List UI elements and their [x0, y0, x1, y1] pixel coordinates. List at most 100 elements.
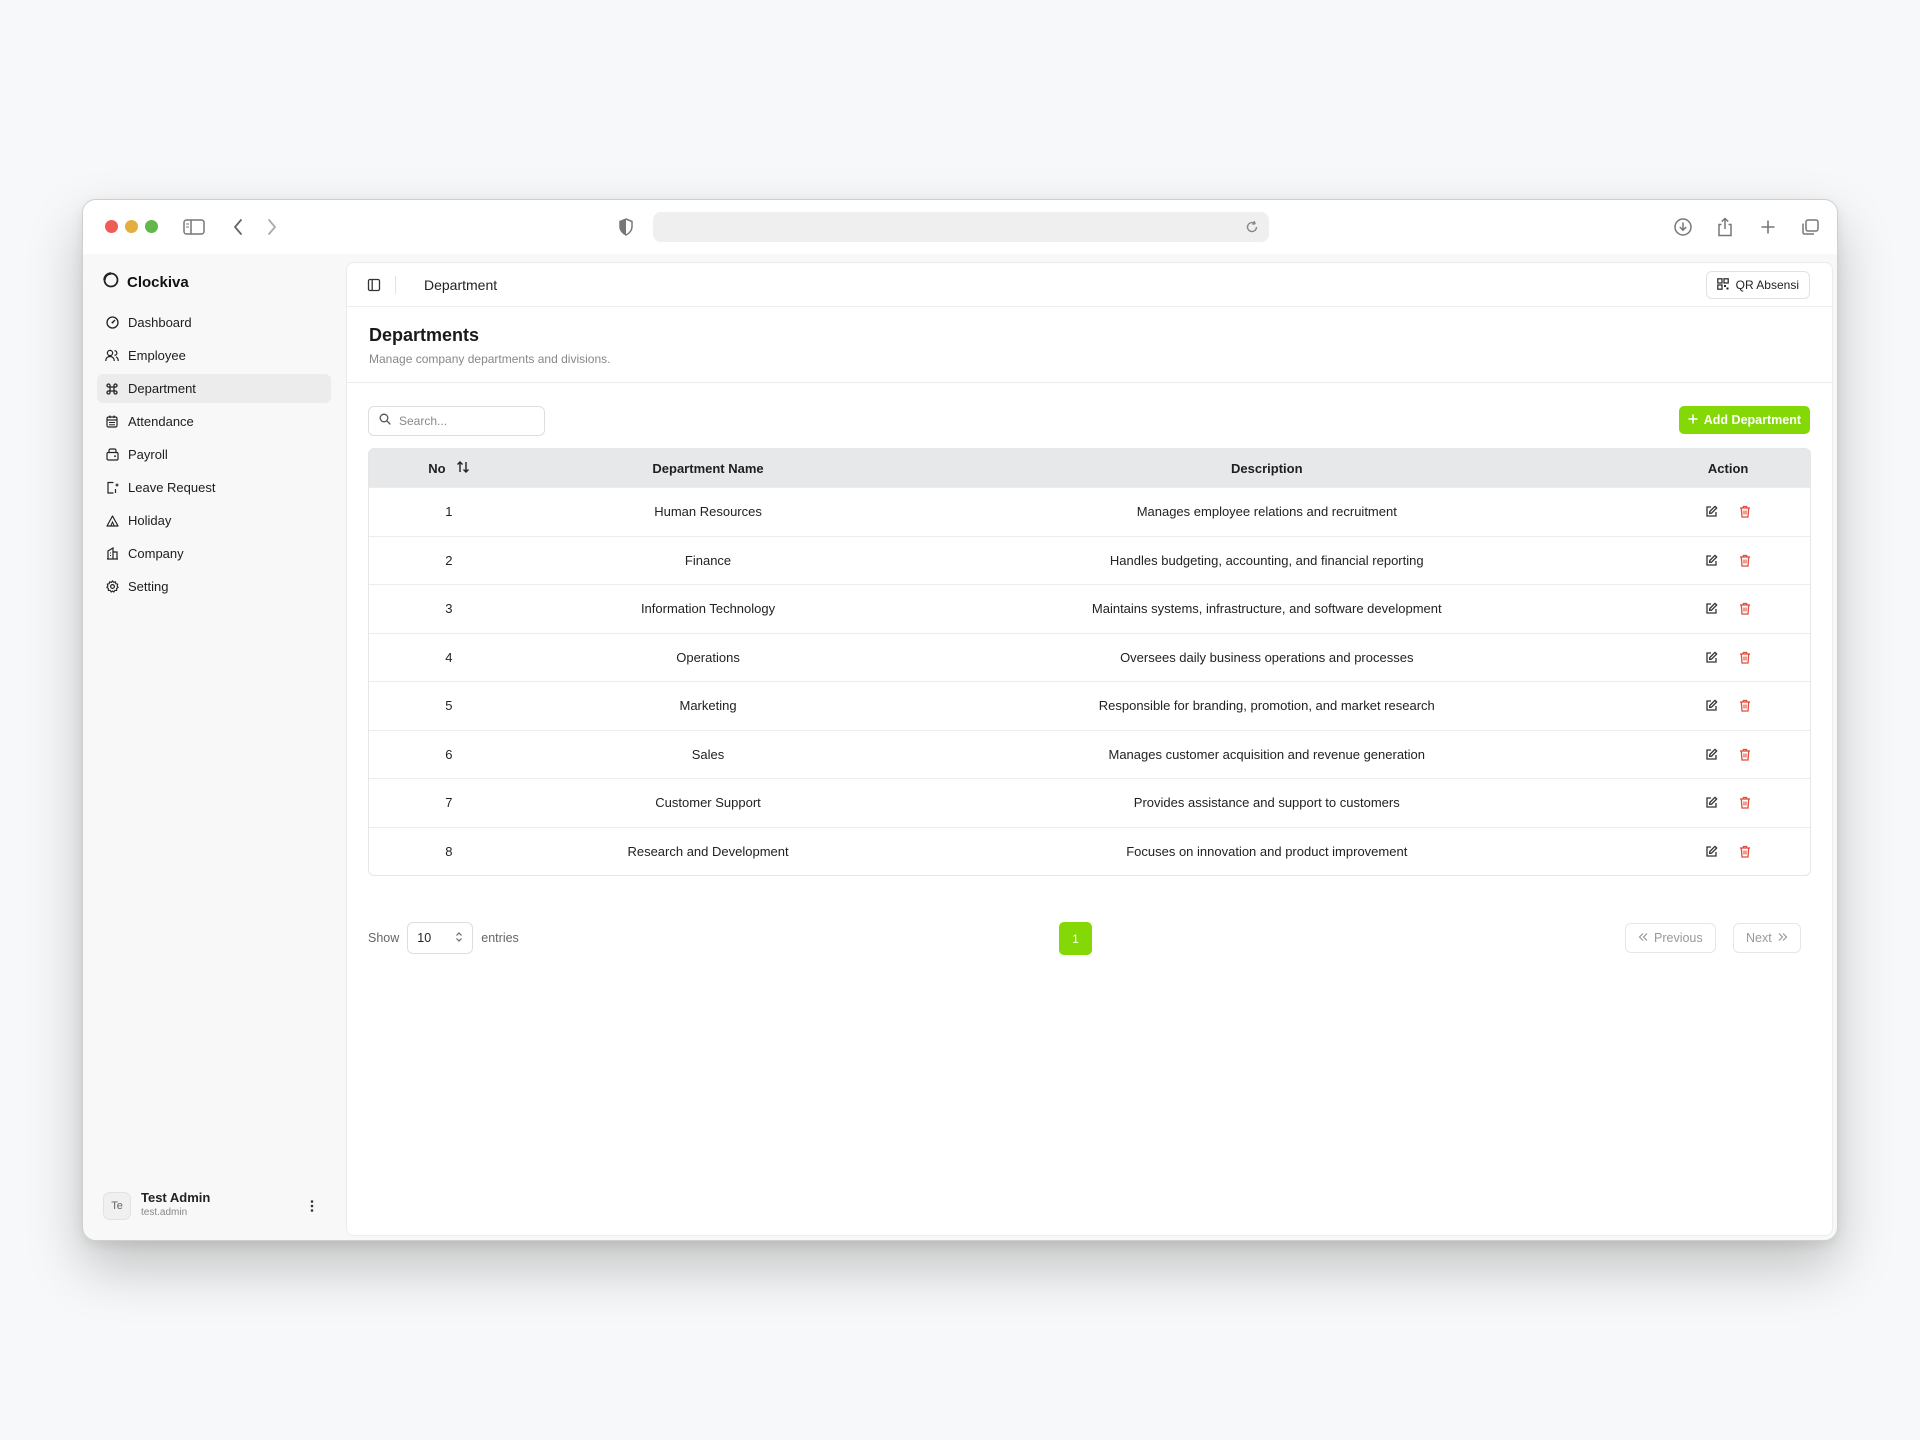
column-no-label: No	[428, 460, 446, 476]
table-row: 3 Information Technology Maintains syste…	[369, 584, 1810, 633]
column-action: Action	[1707, 460, 1749, 476]
share-icon[interactable]	[1712, 214, 1738, 240]
page-size-control: Show 10 entries	[368, 922, 519, 954]
edit-icon[interactable]	[1704, 795, 1720, 811]
page-size-select[interactable]: 10	[407, 922, 474, 954]
edit-icon[interactable]	[1704, 746, 1720, 762]
users-icon	[105, 349, 119, 363]
cell-department-name: Information Technology	[640, 601, 776, 617]
sidebar-nav: Dashboard Employee Department Attendance…	[97, 308, 331, 605]
show-label: Show	[368, 931, 400, 945]
panel-toggle-icon[interactable]	[365, 276, 383, 294]
gear-icon	[105, 580, 119, 594]
table-header: No Department Name Description Action	[369, 449, 1810, 487]
search-input[interactable]	[399, 414, 529, 428]
search-box[interactable]	[368, 406, 545, 436]
sidebar-item-dashboard[interactable]: Dashboard	[97, 308, 331, 337]
close-window-button[interactable]	[105, 220, 118, 233]
user-name: Test Admin	[141, 1190, 211, 1205]
download-icon[interactable]	[1670, 214, 1696, 240]
edit-icon[interactable]	[1704, 649, 1720, 665]
entries-label: entries	[481, 931, 519, 945]
shield-icon[interactable]	[613, 214, 639, 240]
address-bar[interactable]	[653, 212, 1269, 242]
cell-no: 8	[445, 843, 453, 859]
sidebar-item-label: Leave Request	[128, 480, 216, 495]
sidebar-item-setting[interactable]: Setting	[97, 572, 331, 601]
table-row: 5 Marketing Responsible for branding, pr…	[369, 681, 1810, 730]
qr-absensi-button[interactable]: QR Absensi	[1705, 271, 1810, 299]
edit-icon[interactable]	[1704, 843, 1720, 859]
back-icon[interactable]	[225, 214, 251, 240]
minimize-window-button[interactable]	[125, 220, 138, 233]
cell-no: 6	[445, 746, 453, 762]
trash-icon[interactable]	[1737, 746, 1753, 762]
sidebar-item-holiday[interactable]: Holiday	[97, 506, 331, 535]
header-divider	[395, 276, 396, 294]
table-row: 6 Sales Manages customer acquisition and…	[369, 729, 1810, 779]
cell-description: Focuses on innovation and product improv…	[1126, 843, 1408, 859]
next-button[interactable]: Next	[1733, 923, 1801, 953]
departments-table: No Department Name Description Action 1 …	[368, 448, 1811, 876]
sidebar-toggle-icon[interactable]	[181, 214, 207, 240]
plus-icon	[1688, 413, 1698, 427]
edit-icon[interactable]	[1704, 601, 1720, 617]
clock-logo-icon	[103, 272, 119, 293]
trash-icon[interactable]	[1737, 843, 1753, 859]
app-container: Clockiva Dashboard Employee Department A…	[83, 254, 1837, 1240]
cell-department-name: Finance	[684, 552, 732, 568]
trash-icon[interactable]	[1737, 649, 1753, 665]
main-content: Department QR Absensi Departments Manage…	[346, 262, 1833, 1236]
cell-actions	[1646, 552, 1810, 568]
search-icon	[379, 412, 391, 430]
cell-description: Manages employee relations and recruitme…	[1136, 504, 1397, 520]
qr-button-label: QR Absensi	[1735, 278, 1799, 292]
trash-icon[interactable]	[1737, 552, 1753, 568]
cell-no: 3	[445, 601, 453, 617]
trash-icon[interactable]	[1737, 795, 1753, 811]
cell-department-name: Sales	[691, 746, 725, 762]
sidebar-item-employee[interactable]: Employee	[97, 341, 331, 370]
cell-actions	[1646, 649, 1810, 665]
door-icon	[105, 481, 119, 495]
cell-actions	[1646, 698, 1810, 714]
cell-description: Handles budgeting, accounting, and finan…	[1109, 552, 1424, 568]
sidebar-item-label: Payroll	[128, 447, 168, 462]
maximize-window-button[interactable]	[145, 220, 158, 233]
sidebar: Clockiva Dashboard Employee Department A…	[83, 254, 345, 1240]
edit-icon[interactable]	[1704, 698, 1720, 714]
forward-icon[interactable]	[259, 214, 285, 240]
sidebar-item-payroll[interactable]: Payroll	[97, 440, 331, 469]
add-department-button[interactable]: Add Department	[1678, 406, 1810, 434]
trash-icon[interactable]	[1737, 698, 1753, 714]
table-row: 7 Customer Support Provides assistance a…	[369, 778, 1810, 827]
edit-icon[interactable]	[1704, 504, 1720, 520]
tabs-overview-icon[interactable]	[1797, 214, 1823, 240]
more-vertical-icon[interactable]	[305, 1198, 319, 1214]
cell-description: Provides assistance and support to custo…	[1133, 795, 1400, 811]
user-handle: test.admin	[141, 1207, 188, 1218]
sidebar-item-label: Setting	[128, 579, 169, 594]
user-profile[interactable]: Te Test Admin test.admin	[103, 1190, 329, 1222]
brand[interactable]: Clockiva	[103, 272, 189, 293]
column-no[interactable]: No	[369, 460, 529, 477]
previous-label: Previous	[1654, 931, 1703, 945]
trash-icon[interactable]	[1737, 601, 1753, 617]
sidebar-item-leave-request[interactable]: Leave Request	[97, 473, 331, 502]
edit-icon[interactable]	[1704, 552, 1720, 568]
chevrons-right-icon	[1778, 931, 1788, 945]
browser-titlebar	[83, 200, 1837, 254]
sidebar-item-company[interactable]: Company	[97, 539, 331, 568]
sidebar-item-label: Dashboard	[128, 315, 192, 330]
trash-icon[interactable]	[1737, 504, 1753, 520]
cell-no: 1	[445, 504, 453, 520]
sort-icon[interactable]	[456, 460, 470, 477]
page-1-button[interactable]: 1	[1059, 922, 1092, 955]
next-label: Next	[1746, 931, 1772, 945]
new-tab-icon[interactable]	[1755, 214, 1781, 240]
sidebar-item-department[interactable]: Department	[97, 374, 331, 403]
reload-icon[interactable]	[1241, 216, 1263, 238]
sidebar-item-attendance[interactable]: Attendance	[97, 407, 331, 436]
chevrons-left-icon	[1638, 931, 1648, 945]
previous-button[interactable]: Previous	[1625, 923, 1716, 953]
